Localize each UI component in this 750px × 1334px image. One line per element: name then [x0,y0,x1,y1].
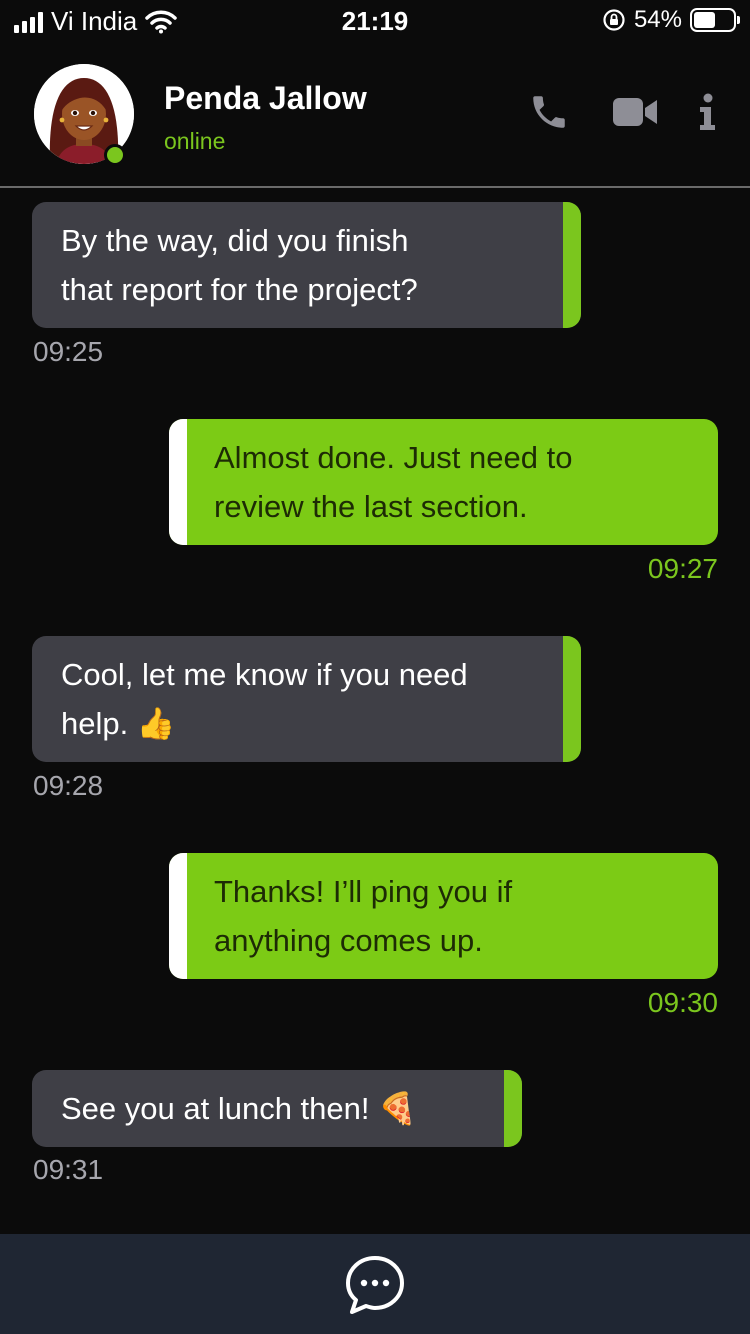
online-indicator [104,144,126,166]
message-text-line: help. 👍 [61,706,176,741]
message-text-line: Almost done. Just need to [214,440,573,475]
message-bubble[interactable]: By the way, did you finish that report f… [32,202,581,328]
phone-icon [533,96,565,128]
message-time: 09:28 [33,770,104,801]
message-text-line: See you at lunch then! 🍕 [61,1091,417,1126]
message-bubble[interactable]: Cool, let me know if you need help. 👍 [32,636,581,762]
message-text-line: review the last section. [214,489,528,524]
info-icon [700,93,715,130]
status-bar: Vi India 21:19 54% [0,0,750,40]
message-bubble[interactable]: Thanks! I’ll ping you if anything comes … [169,853,718,979]
chat-compose-icon [346,1256,404,1314]
message-bubble[interactable]: Almost done. Just need to review the las… [169,419,718,545]
contact-status: online [164,128,226,154]
message-text-line: By the way, did you finish [61,223,409,258]
message-time: 09:27 [647,553,718,584]
message-time: 09:25 [33,336,104,367]
message-text-line: anything comes up. [214,923,483,958]
battery-icon [690,8,740,32]
message-outgoing[interactable]: Almost done. Just need to review the las… [169,419,718,584]
message-outgoing[interactable]: Thanks! I’ll ping you if anything comes … [169,853,718,1018]
message-bubble[interactable]: See you at lunch then! 🍕 [32,1070,522,1147]
compose-button[interactable] [344,1254,406,1316]
message-text-line: Cool, let me know if you need [61,657,468,692]
message-incoming[interactable]: See you at lunch then! 🍕 09:31 [32,1070,522,1185]
message-time: 09:31 [33,1154,104,1185]
info-button[interactable] [692,90,722,134]
message-incoming[interactable]: By the way, did you finish that report f… [32,202,581,367]
contact-name[interactable]: Penda Jallow [164,80,367,117]
call-button[interactable] [526,90,572,134]
message-time: 09:30 [647,987,718,1018]
orientation-lock-icon [603,9,625,31]
video-icon [613,98,657,126]
bottom-bar [0,1234,750,1334]
video-call-button[interactable] [610,90,660,134]
message-text-line: Thanks! I’ll ping you if [214,874,513,909]
status-right: 54% [602,6,740,34]
message-incoming[interactable]: Cool, let me know if you need help. 👍 09… [32,636,581,801]
battery-fill [694,12,715,28]
message-text-line: that report for the project? [61,272,418,307]
battery-percent: 54% [633,6,682,33]
message-list[interactable]: By the way, did you finish that report f… [0,190,750,1234]
chat-header: Penda Jallow online [0,52,750,188]
